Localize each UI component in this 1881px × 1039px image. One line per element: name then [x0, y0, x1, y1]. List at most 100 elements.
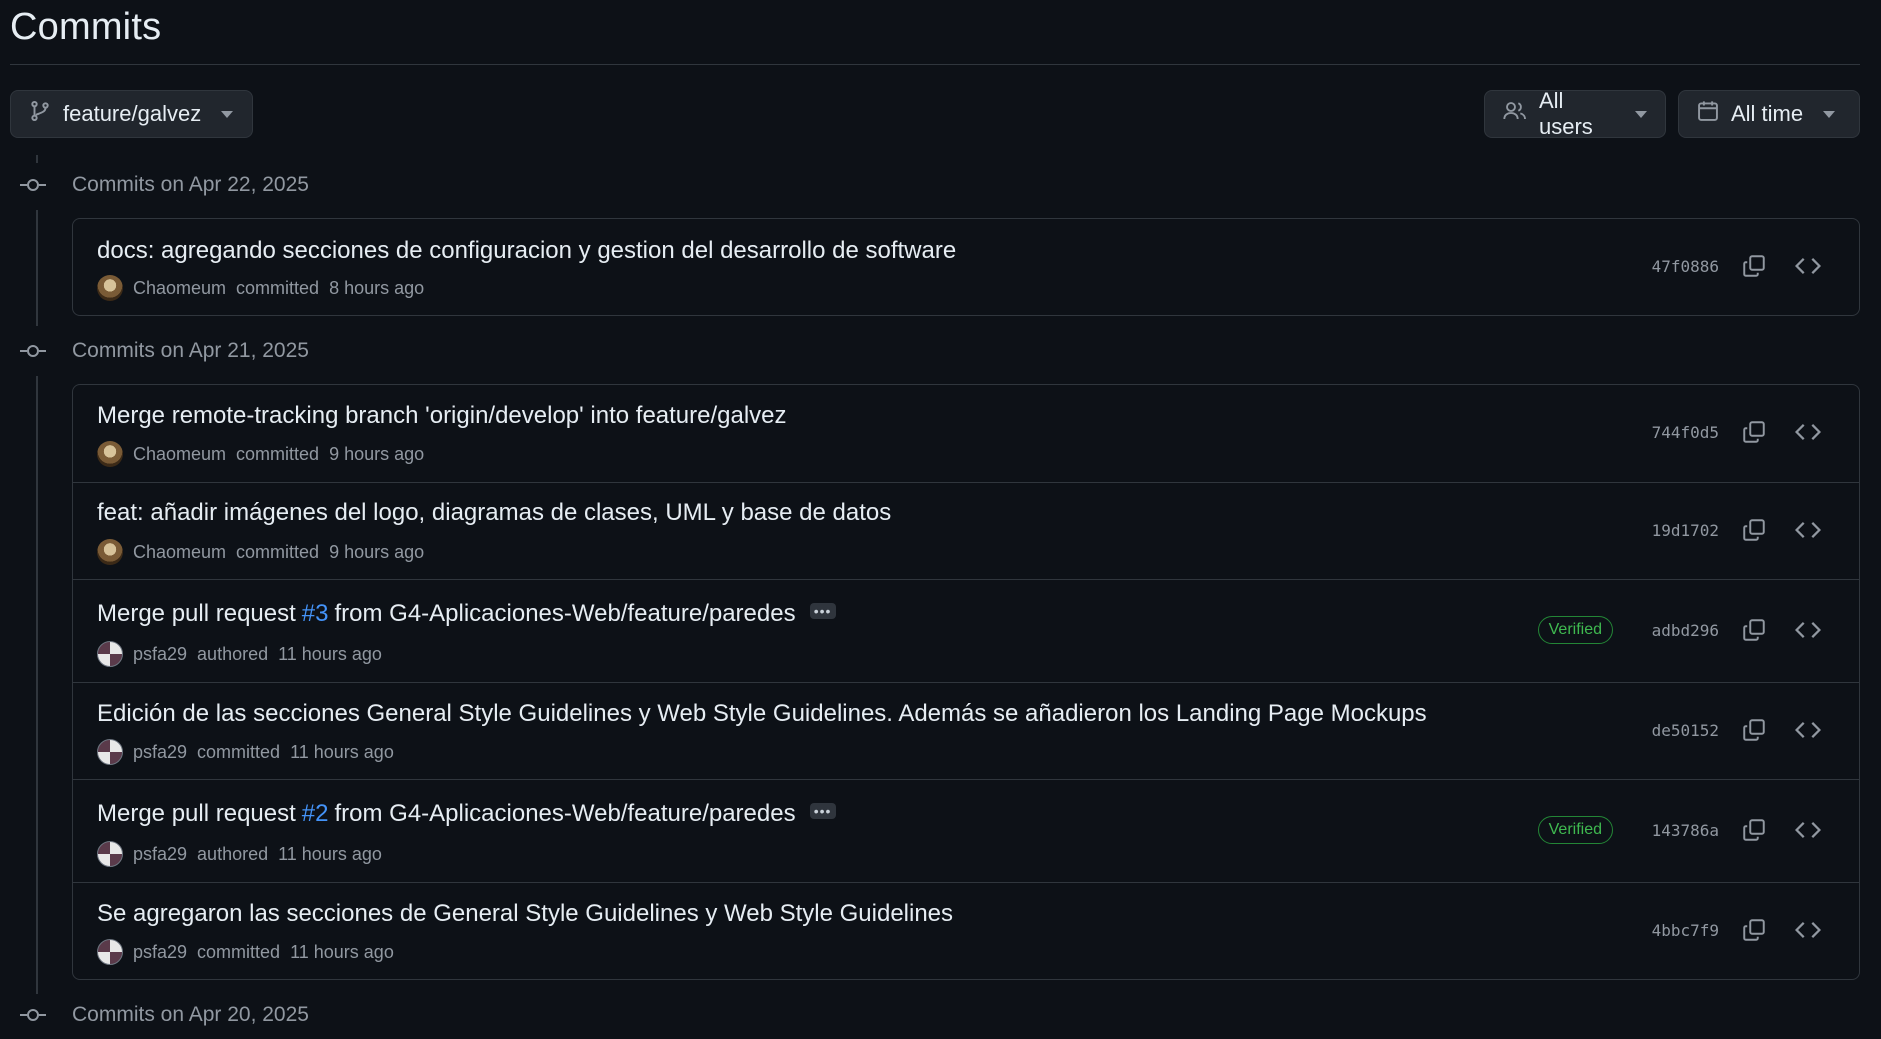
- commit-sha-link[interactable]: 19d1702: [1652, 521, 1719, 540]
- commit-time: 8 hours ago: [329, 277, 425, 298]
- commit-meta: psfa29 authored 11 hours ago: [97, 841, 382, 867]
- commit-message-link[interactable]: Merge pull request: [97, 800, 296, 828]
- commit-message-link[interactable]: Se agregaron las secciones de General St…: [97, 900, 953, 928]
- commit-row: Merge remote-tracking branch 'origin/dev…: [73, 385, 1859, 482]
- code-icon[interactable]: [1793, 615, 1823, 645]
- commit-sha-link[interactable]: adbd296: [1652, 621, 1719, 640]
- branch-selector-button[interactable]: feature/galvez: [10, 90, 253, 138]
- avatar[interactable]: [97, 841, 123, 867]
- verified-badge[interactable]: Verified: [1537, 616, 1613, 644]
- code-icon[interactable]: [1793, 815, 1823, 845]
- commit-message: Merge pull request #3 from G4-Aplicacion…: [97, 600, 836, 628]
- code-icon[interactable]: [1793, 417, 1823, 447]
- commit-author[interactable]: Chaomeum: [133, 542, 226, 563]
- timeline-line: [36, 376, 38, 994]
- commit-author[interactable]: psfa29: [133, 742, 187, 763]
- chevron-down-icon: [1823, 110, 1836, 118]
- commit-action: committed: [236, 277, 320, 298]
- copy-icon[interactable]: [1739, 615, 1769, 645]
- code-icon[interactable]: [1793, 251, 1823, 281]
- commit-sha-link[interactable]: 4bbc7f9: [1652, 921, 1719, 940]
- commit-sha-link[interactable]: de50152: [1652, 721, 1719, 740]
- commit-node-icon: [10, 173, 56, 197]
- chevron-down-icon: [221, 110, 234, 118]
- day-header-label: Commits on Apr 21, 2025: [72, 339, 309, 362]
- branch-selector-label: feature/galvez: [63, 101, 202, 126]
- copy-icon[interactable]: [1739, 251, 1769, 281]
- commit-node-icon: [10, 1003, 56, 1027]
- avatar[interactable]: [97, 739, 123, 765]
- commit-author[interactable]: Chaomeum: [133, 278, 226, 299]
- commit-meta: Chaomeum committed 8 hours ago: [97, 275, 424, 301]
- day-header: Commits on Apr 20, 2025: [10, 1003, 309, 1027]
- git-branch-icon: [29, 100, 51, 128]
- timeline-line: [36, 210, 38, 326]
- commit-sha-link[interactable]: 143786a: [1652, 821, 1719, 840]
- expand-message-button[interactable]: •••: [809, 603, 836, 619]
- copy-icon[interactable]: [1739, 515, 1769, 545]
- commit-meta: Chaomeum committed 9 hours ago: [97, 441, 424, 467]
- commit-message-link[interactable]: docs: agregando secciones de configuraci…: [97, 237, 956, 265]
- commit-row: Merge pull request #2 from G4-Aplicacion…: [73, 779, 1859, 882]
- commit-message-link[interactable]: from G4-Aplicaciones-Web/feature/paredes: [334, 800, 795, 828]
- copy-icon[interactable]: [1739, 915, 1769, 945]
- day-header: Commits on Apr 22, 2025: [10, 173, 309, 197]
- avatar[interactable]: [97, 641, 123, 667]
- commit-meta: psfa29 committed 11 hours ago: [97, 939, 394, 965]
- pull-request-link[interactable]: #2: [302, 800, 329, 828]
- page-title: Commits: [10, 6, 162, 48]
- code-icon[interactable]: [1793, 515, 1823, 545]
- commit-meta: Chaomeum committed 9 hours ago: [97, 539, 424, 565]
- time-filter-label: All time: [1731, 101, 1804, 126]
- avatar[interactable]: [97, 939, 123, 965]
- commit-author[interactable]: psfa29: [133, 644, 187, 665]
- expand-message-button[interactable]: •••: [809, 803, 836, 819]
- commit-meta: psfa29 authored 11 hours ago: [97, 641, 382, 667]
- copy-icon[interactable]: [1739, 715, 1769, 745]
- commit-meta: psfa29 committed 11 hours ago: [97, 739, 394, 765]
- commit-message-link[interactable]: feat: añadir imágenes del logo, diagrama…: [97, 499, 891, 527]
- commit-message-link[interactable]: Merge remote-tracking branch 'origin/dev…: [97, 402, 787, 430]
- users-filter-button[interactable]: All users: [1484, 88, 1666, 139]
- commit-message-link[interactable]: Merge pull request: [97, 600, 296, 628]
- timeline-line: [36, 155, 38, 163]
- verified-badge[interactable]: Verified: [1537, 816, 1613, 844]
- time-filter-button[interactable]: All time: [1678, 90, 1860, 138]
- commit-action: committed: [236, 541, 320, 562]
- commit-author[interactable]: Chaomeum: [133, 444, 226, 465]
- commit-row: feat: añadir imágenes del logo, diagrama…: [73, 482, 1859, 579]
- commit-group: Merge remote-tracking branch 'origin/dev…: [72, 384, 1860, 980]
- commit-time: 11 hours ago: [278, 843, 382, 864]
- commit-action: authored: [197, 843, 269, 864]
- copy-icon[interactable]: [1739, 417, 1769, 447]
- code-icon[interactable]: [1793, 915, 1823, 945]
- commit-row: Edición de las secciones General Style G…: [73, 682, 1859, 779]
- commit-action: committed: [236, 443, 320, 464]
- commit-time: 11 hours ago: [290, 941, 394, 962]
- commit-time: 11 hours ago: [278, 643, 382, 664]
- commit-action: committed: [197, 941, 281, 962]
- commit-row: Merge pull request #3 from G4-Aplicacion…: [73, 579, 1859, 682]
- calendar-icon: [1697, 100, 1719, 128]
- commit-message-link[interactable]: from G4-Aplicaciones-Web/feature/paredes: [334, 600, 795, 628]
- copy-icon[interactable]: [1739, 815, 1769, 845]
- day-header-label: Commits on Apr 22, 2025: [72, 173, 309, 196]
- avatar[interactable]: [97, 539, 123, 565]
- day-header-label: Commits on Apr 20, 2025: [72, 1003, 309, 1026]
- code-icon[interactable]: [1793, 715, 1823, 745]
- commit-sha-link[interactable]: 744f0d5: [1652, 423, 1719, 442]
- title-divider: [10, 64, 1860, 65]
- users-filter-label: All users: [1539, 88, 1593, 139]
- commit-sha-link[interactable]: 47f0886: [1652, 257, 1719, 276]
- commit-node-icon: [10, 339, 56, 363]
- commit-action: authored: [197, 643, 269, 664]
- chevron-down-icon: [1635, 110, 1647, 118]
- commit-row: docs: agregando secciones de configuraci…: [73, 219, 1859, 315]
- commit-author[interactable]: psfa29: [133, 844, 187, 865]
- pull-request-link[interactable]: #3: [302, 600, 329, 628]
- commit-author[interactable]: psfa29: [133, 942, 187, 963]
- commit-message-link[interactable]: Edición de las secciones General Style G…: [97, 700, 1427, 728]
- avatar[interactable]: [97, 441, 123, 467]
- commit-message: Merge pull request #2 from G4-Aplicacion…: [97, 800, 836, 828]
- avatar[interactable]: [97, 275, 123, 301]
